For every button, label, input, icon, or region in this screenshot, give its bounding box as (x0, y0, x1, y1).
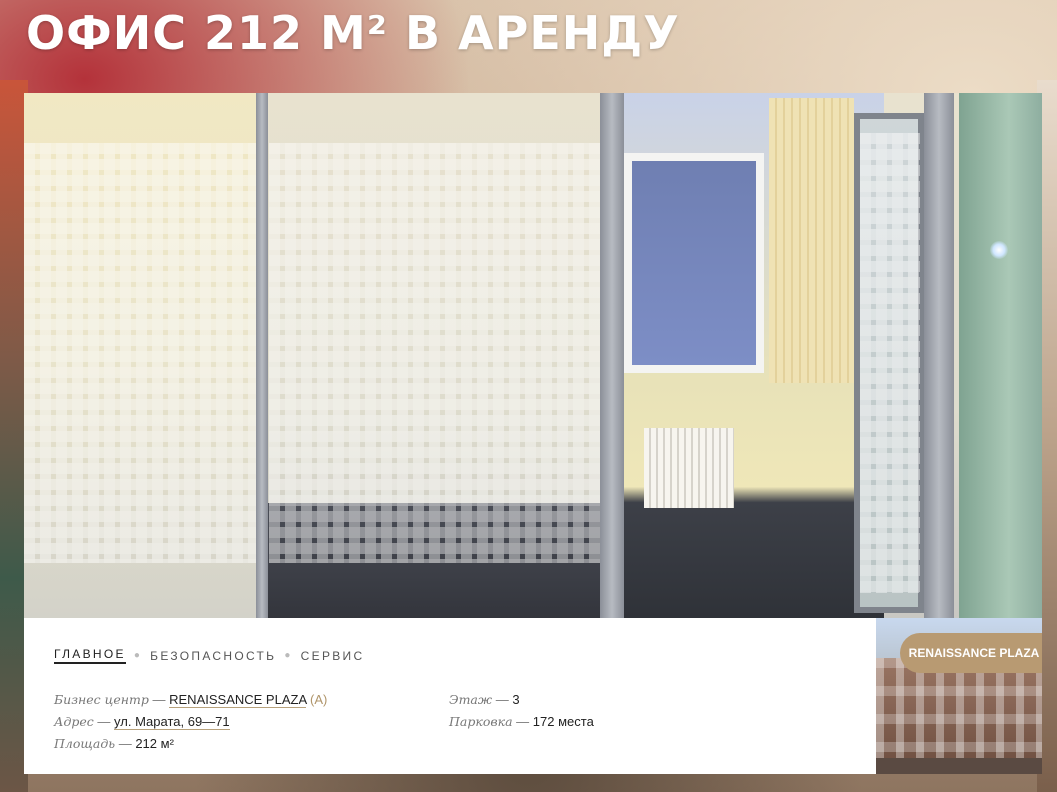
detail-separator: — (152, 692, 170, 707)
info-panel: ГЛАВНОЕ ● БЕЗОПАСНОСТЬ ● СЕРВИС Бизнес ц… (24, 618, 876, 774)
office-photo (24, 93, 1042, 618)
detail-separator: — (495, 692, 513, 707)
detail-parking: Парковка — 172 места (449, 711, 594, 733)
details-column-left: Бизнес центр — RENAISSANCE PLAZA (A) Адр… (54, 689, 327, 755)
details-column-right: Этаж — 3 Парковка — 172 места (449, 689, 594, 733)
tab-service[interactable]: СЕРВИС (301, 649, 365, 663)
photo-light (990, 241, 1008, 259)
photo-frame (256, 93, 268, 618)
address-link[interactable]: ул. Марата, 69—71 (114, 714, 230, 730)
photo-radiator (644, 428, 734, 508)
detail-label: Площадь (54, 736, 116, 751)
detail-floor: Этаж — 3 (449, 689, 594, 711)
detail-label: Бизнес центр (54, 692, 149, 707)
detail-label: Парковка (449, 714, 513, 729)
info-tabs: ГЛАВНОЕ ● БЕЗОПАСНОСТЬ ● СЕРВИС (54, 647, 364, 664)
business-center-link[interactable]: RENAISSANCE PLAZA (169, 692, 307, 708)
detail-separator: — (97, 714, 115, 729)
photo-frame (600, 93, 624, 618)
photo-frame (924, 93, 954, 618)
page-title: ОФИС 212 М² В АРЕНДУ (26, 6, 680, 60)
detail-separator: — (118, 736, 136, 751)
photo-glass-partition (269, 143, 624, 563)
photo-right-glass (959, 93, 1042, 618)
photo-glass-partition (24, 143, 264, 563)
area-value: 212 м² (135, 736, 174, 751)
floor-value: 3 (512, 692, 520, 707)
photo-glass-door (860, 133, 920, 593)
building-street (876, 758, 1042, 774)
detail-address: Адрес — ул. Марата, 69—71 (54, 711, 327, 733)
tab-main[interactable]: ГЛАВНОЕ (54, 647, 126, 664)
detail-label: Этаж (449, 692, 493, 707)
photo-window (624, 153, 764, 373)
business-center-class: (A) (310, 692, 328, 707)
photo-blinds (769, 98, 854, 383)
parking-value: 172 места (532, 714, 594, 729)
building-facade (876, 658, 1042, 774)
detail-label: Адрес (54, 714, 94, 729)
tab-separator-dot: ● (284, 650, 293, 661)
detail-area: Площадь — 212 м² (54, 733, 327, 755)
detail-business-center: Бизнес центр — RENAISSANCE PLAZA (A) (54, 689, 327, 711)
tab-separator-dot: ● (133, 650, 143, 661)
tab-security[interactable]: БЕЗОПАСНОСТЬ (150, 649, 276, 663)
building-badge[interactable]: RENAISSANCE PLAZA (900, 633, 1042, 673)
detail-separator: — (516, 714, 533, 729)
